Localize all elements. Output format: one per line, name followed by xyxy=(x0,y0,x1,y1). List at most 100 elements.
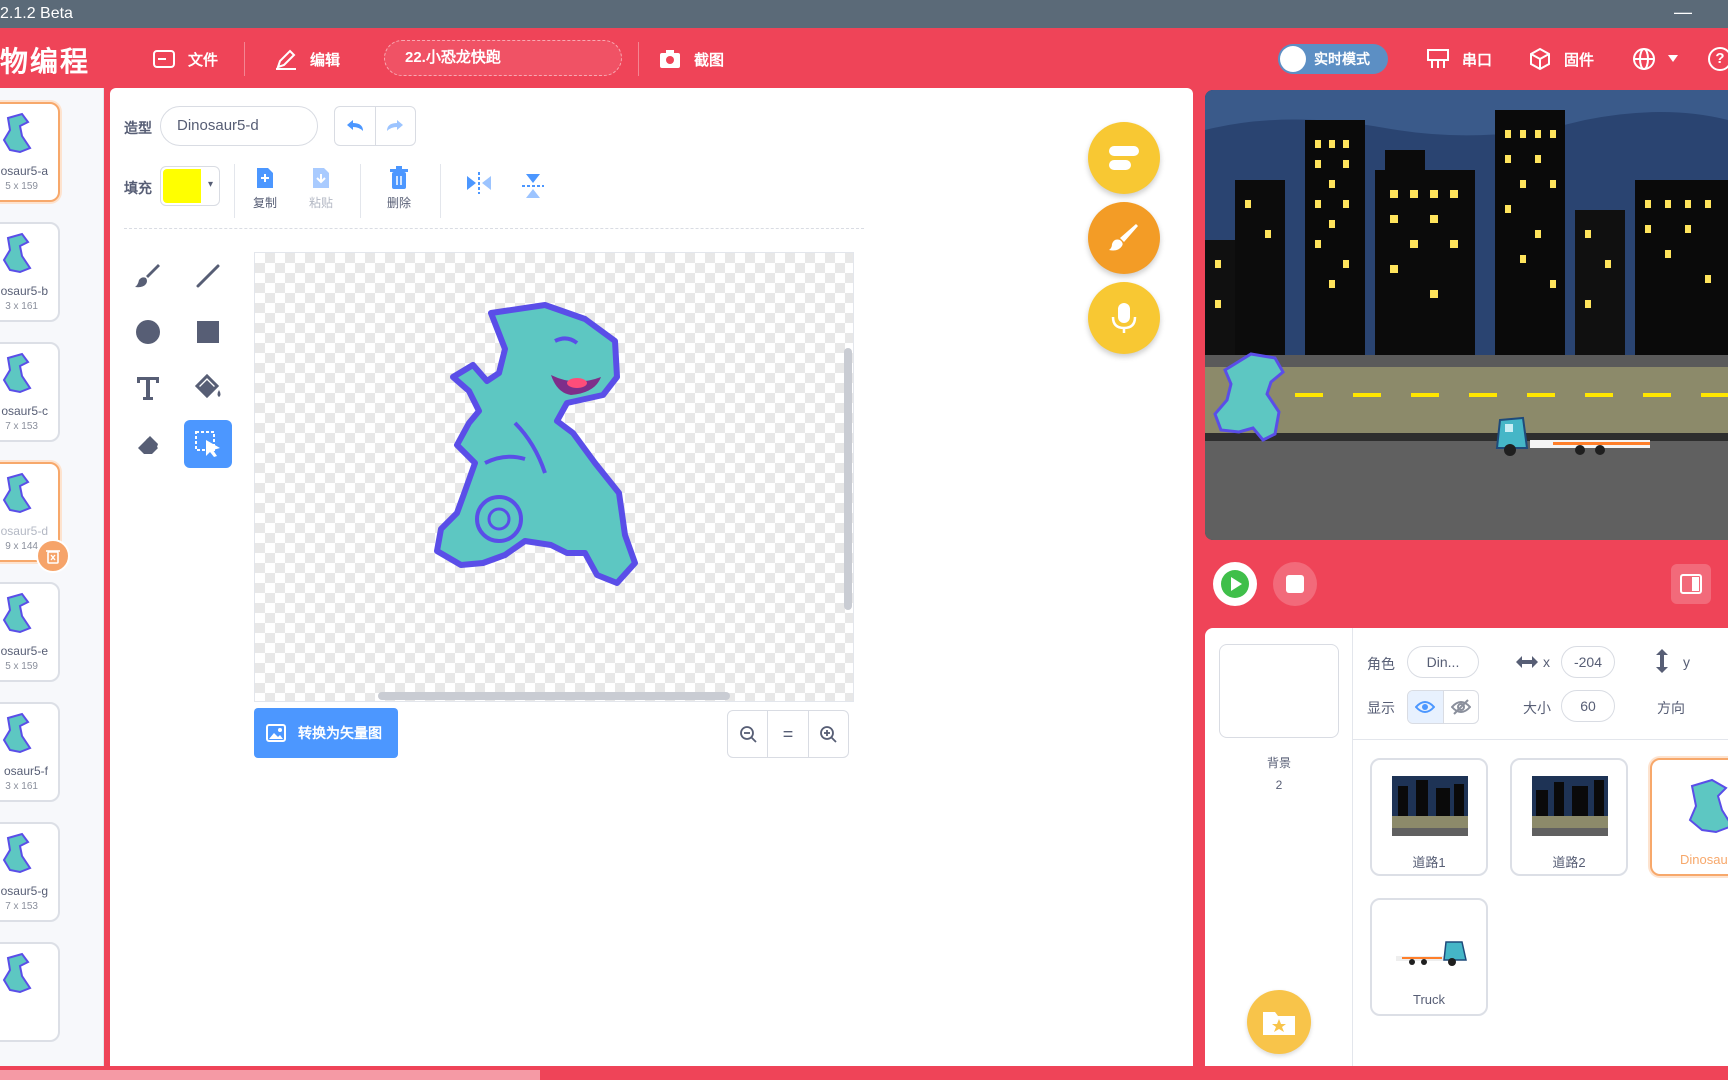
fill-color-swatch xyxy=(163,169,201,203)
help-button[interactable]: ? xyxy=(1708,46,1728,72)
brush-tool[interactable] xyxy=(124,252,172,300)
copy-icon xyxy=(257,168,273,188)
zoom-reset-button[interactable]: = xyxy=(767,711,807,757)
image-icon xyxy=(266,724,286,742)
delete-label: 删除 xyxy=(386,196,411,210)
size-label: 大小 xyxy=(1523,700,1551,716)
sprite-name-input[interactable]: Din... xyxy=(1407,646,1479,678)
toolbar-divider xyxy=(360,164,361,218)
line-tool[interactable] xyxy=(184,252,232,300)
serial-button[interactable]: 串口 xyxy=(1426,46,1492,72)
costume-item[interactable]: osaur5-a 5 x 159 xyxy=(0,102,60,202)
firmware-button[interactable]: 固件 xyxy=(1528,46,1594,72)
costume-item[interactable]: osaur5-f 3 x 161 xyxy=(0,702,60,802)
file-menu[interactable]: 文件 xyxy=(152,46,218,72)
select-tool[interactable] xyxy=(184,420,232,468)
stage-canvas[interactable] xyxy=(1205,90,1728,540)
costume-size: 3 x 161 xyxy=(5,301,38,312)
chevron-down-icon xyxy=(1668,55,1678,62)
show-button[interactable] xyxy=(1408,691,1443,723)
rectangle-icon xyxy=(197,321,219,343)
screenshot-label: 截图 xyxy=(694,51,725,69)
fill-tool[interactable] xyxy=(184,364,232,412)
zoom-out-button[interactable] xyxy=(728,711,767,757)
circle-tool[interactable] xyxy=(124,308,172,356)
green-flag-button[interactable] xyxy=(1213,562,1257,606)
add-sprite-button[interactable] xyxy=(1247,990,1311,1054)
costume-name: osaur5-c xyxy=(1,404,48,418)
costume-name-input[interactable]: Dinosaur5-d xyxy=(160,106,318,146)
project-name-input[interactable]: 22.小恐龙快跑 xyxy=(384,40,622,76)
redo-icon xyxy=(387,120,404,131)
bottom-strip xyxy=(0,1066,1728,1080)
costume-size: 5 x 159 xyxy=(5,661,38,672)
y-label: y xyxy=(1683,654,1690,670)
screenshot-button[interactable]: 截图 xyxy=(658,46,724,72)
canvas-vertical-scrollbar[interactable] xyxy=(844,348,852,610)
paste-label: 粘贴 xyxy=(308,196,333,210)
sprite-card[interactable]: 道路2 xyxy=(1510,758,1628,876)
stop-icon xyxy=(1286,575,1304,593)
delete-costume-button[interactable] xyxy=(36,539,70,573)
copy-button[interactable]: 复制 xyxy=(240,166,290,218)
costume-size: 7 x 153 xyxy=(5,901,38,912)
costume-item[interactable]: osaur5-c 7 x 153 xyxy=(0,342,60,442)
horizontal-arrows-icon xyxy=(1516,656,1538,668)
canvas-horizontal-scrollbar[interactable] xyxy=(378,692,730,700)
backdrop-thumbnail[interactable] xyxy=(1219,644,1339,738)
zoom-in-button[interactable] xyxy=(807,711,848,757)
app-title: 2.1.2 Beta xyxy=(0,5,73,22)
stop-button[interactable] xyxy=(1273,562,1317,606)
costume-thumbnail xyxy=(2,112,32,154)
stage-layout-button[interactable] xyxy=(1671,564,1711,604)
costume-item[interactable]: osaur5-b 3 x 161 xyxy=(0,222,60,322)
edit-menu[interactable]: 编辑 xyxy=(274,46,340,72)
x-input[interactable]: -204 xyxy=(1561,646,1615,678)
costume-list: osaur5-a 5 x 159 osaur5-b 3 x 161 osaur5… xyxy=(0,88,104,1070)
sprite-card-selected[interactable]: Dinosaur xyxy=(1650,758,1728,876)
convert-to-vector-button[interactable]: 转换为矢量图 xyxy=(254,708,398,758)
globe-icon xyxy=(1633,48,1655,70)
costume-item[interactable] xyxy=(0,942,60,1042)
paste-button[interactable]: 粘贴 xyxy=(296,166,346,218)
fill-color-picker[interactable]: ▾ xyxy=(160,166,220,206)
undo-button[interactable] xyxy=(335,107,375,145)
eye-icon xyxy=(1415,701,1436,713)
costume-name: osaur5-g xyxy=(0,884,48,898)
size-input[interactable]: 60 xyxy=(1561,690,1615,722)
delete-button[interactable]: 删除 xyxy=(374,166,424,218)
redo-button[interactable] xyxy=(374,107,415,145)
menu-divider xyxy=(244,42,245,76)
code-tab-button[interactable] xyxy=(1088,122,1160,194)
hide-button[interactable] xyxy=(1442,691,1479,723)
costume-name: osaur5-d xyxy=(0,524,48,538)
firmware-label: 固件 xyxy=(1564,51,1595,69)
sprite-name: Truck xyxy=(1412,992,1446,1007)
chevron-down-icon: ▾ xyxy=(207,179,213,190)
flip-horizontal-button[interactable] xyxy=(454,172,504,224)
text-tool[interactable] xyxy=(124,364,172,412)
costume-item[interactable]: osaur5-g 7 x 153 xyxy=(0,822,60,922)
costume-thumbnail xyxy=(2,952,32,994)
costume-tab-button[interactable] xyxy=(1088,202,1160,274)
convert-to-vector-label: 转换为矢量图 xyxy=(298,725,382,741)
sprite-name-label: 角色 xyxy=(1367,656,1395,672)
serial-port-icon xyxy=(1427,49,1449,68)
sound-tab-button[interactable] xyxy=(1088,282,1160,354)
costume-item[interactable]: osaur5-e 5 x 159 xyxy=(0,582,60,682)
brush-icon xyxy=(135,264,160,288)
microphone-icon xyxy=(1111,303,1137,333)
rectangle-tool[interactable] xyxy=(184,308,232,356)
sprite-card[interactable]: 道路1 xyxy=(1370,758,1488,876)
paint-canvas[interactable] xyxy=(254,252,854,702)
menu-bar: 物编程 文件 编辑 22.小恐龙快跑 截图 实时模式 串口 固件 ? xyxy=(0,28,1728,88)
realtime-mode-toggle[interactable]: 实时模式 xyxy=(1278,44,1388,74)
sprite-card[interactable]: Truck xyxy=(1370,898,1488,1016)
copy-label: 复制 xyxy=(252,196,277,210)
flip-vertical-button[interactable] xyxy=(508,172,558,224)
eraser-tool[interactable] xyxy=(124,420,172,468)
trash-icon xyxy=(390,166,408,189)
trash-icon xyxy=(46,550,60,564)
minimize-button[interactable]: — xyxy=(1674,2,1692,23)
language-menu[interactable] xyxy=(1632,46,1678,72)
